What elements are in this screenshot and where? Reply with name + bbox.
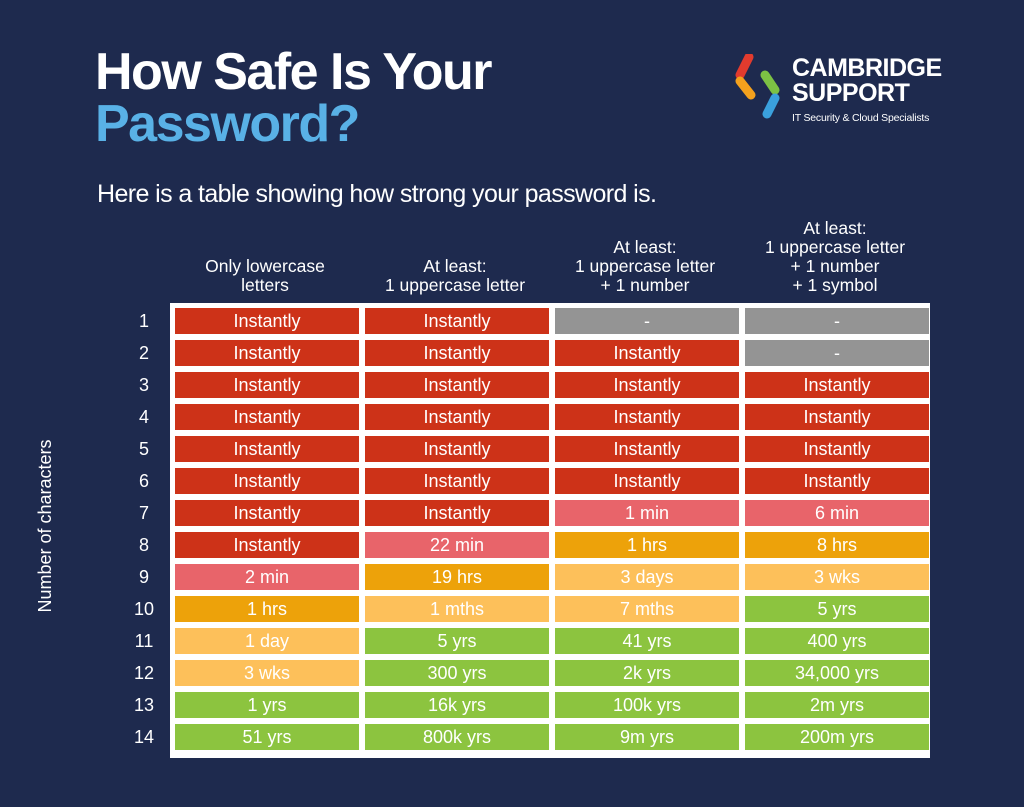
row-number: 9	[138, 567, 149, 587]
table-cell: Instantly	[745, 436, 929, 462]
company-logo: CAMBRIDGE SUPPORT IT Security & Cloud Sp…	[735, 52, 945, 132]
logo-line-2: SUPPORT	[792, 79, 910, 107]
row-number: 2	[138, 343, 149, 363]
table-cell: -	[745, 308, 929, 334]
table-cell: Instantly	[555, 404, 739, 430]
table-cell: 2m yrs	[745, 692, 929, 718]
logo-tagline: IT Security & Cloud Specialists	[792, 112, 930, 124]
table-cell: 1 hrs	[175, 596, 359, 622]
column-header-line: 1 uppercase letter	[384, 275, 526, 295]
row-number: 13	[133, 695, 155, 715]
table-cell: Instantly	[365, 468, 549, 494]
table-cell: 19 hrs	[365, 564, 549, 590]
table-cell: 22 min	[365, 532, 549, 558]
row-number: 14	[133, 727, 155, 747]
row-number: 1	[138, 311, 149, 331]
subtitle: Here is a table showing how strong your …	[97, 180, 657, 208]
row-axis-label: Number of characters	[35, 439, 55, 613]
table-cell: 800k yrs	[365, 724, 549, 750]
table-cell: -	[555, 308, 739, 334]
row-number: 11	[134, 631, 154, 651]
table-cell: Instantly	[175, 372, 359, 398]
table-cell: Instantly	[175, 468, 359, 494]
logo-line-1: CAMBRIDGE	[792, 54, 942, 82]
column-header-line: + 1 number	[600, 275, 690, 295]
table-cell: -	[745, 340, 929, 366]
table-cell: 1 mths	[365, 596, 549, 622]
table-cell: Instantly	[745, 372, 929, 398]
column-header-symbol: At least: 1 uppercase letter + 1 number …	[745, 215, 925, 295]
column-header-line: letters	[241, 275, 289, 295]
column-header-line: + 1 number	[790, 256, 880, 276]
password-strength-table: Instantly Instantly - - Instantly Instantly In…	[170, 303, 930, 758]
table-cell: Instantly	[555, 468, 739, 494]
table-cell: 16k yrs	[365, 692, 549, 718]
table-cell: Instantly	[175, 340, 359, 366]
table-cell: Instantly	[365, 340, 549, 366]
table-cell: 1 min	[555, 500, 739, 526]
logo-mark-icon	[735, 54, 780, 119]
table-cell: 3 wks	[175, 660, 359, 686]
row-number: 4	[138, 407, 149, 427]
table-cell: 7 mths	[555, 596, 739, 622]
row-number: 10	[133, 599, 155, 619]
column-header-line: At least:	[613, 237, 677, 257]
table-cell: Instantly	[175, 532, 359, 558]
table-cell: Instantly	[365, 308, 549, 334]
table-cell: 51 yrs	[175, 724, 359, 750]
table-cell: Instantly	[365, 436, 549, 462]
table-cell: Instantly	[175, 308, 359, 334]
column-header-line: 1 uppercase letter	[574, 256, 716, 276]
table-cell: 3 wks	[745, 564, 929, 590]
logo-wordmark: CAMBRIDGE SUPPORT	[792, 56, 942, 106]
title-line-2: Password?	[95, 95, 360, 153]
table-cell: 5 yrs	[365, 628, 549, 654]
table-cell: Instantly	[365, 372, 549, 398]
table-cell: 300 yrs	[365, 660, 549, 686]
column-header-number: At least: 1 uppercase letter + 1 number	[555, 215, 735, 295]
table-cell: Instantly	[175, 404, 359, 430]
table-cell: 6 min	[745, 500, 929, 526]
row-number: 5	[138, 439, 149, 459]
table-cell: 9m yrs	[555, 724, 739, 750]
table-cell: 8 hrs	[745, 532, 929, 558]
title-line-1: How Safe Is Your	[95, 43, 492, 101]
table-cell: 3 days	[555, 564, 739, 590]
table-cell: Instantly	[365, 404, 549, 430]
table-cell: Instantly	[555, 436, 739, 462]
table-cell: 100k yrs	[555, 692, 739, 718]
table-cell: 1 day	[175, 628, 359, 654]
column-header-line: Only lowercase	[205, 256, 325, 276]
table-cell: Instantly	[365, 500, 549, 526]
table-cell: Instantly	[745, 468, 929, 494]
column-header-line: 1 uppercase letter	[764, 237, 906, 257]
row-number: 6	[138, 471, 149, 491]
table-cell: Instantly	[175, 436, 359, 462]
column-header-line: At least:	[803, 218, 867, 238]
table-cell: 41 yrs	[555, 628, 739, 654]
table-cell: Instantly	[555, 372, 739, 398]
row-number: 7	[138, 503, 149, 523]
row-number: 8	[138, 535, 149, 555]
column-header-lowercase: Only lowercase letters	[175, 215, 355, 295]
column-header-line: + 1 symbol	[792, 275, 878, 295]
table-cell: 2k yrs	[555, 660, 739, 686]
row-number: 3	[138, 375, 149, 395]
table-cell: 1 hrs	[555, 532, 739, 558]
table-cell: 5 yrs	[745, 596, 929, 622]
page-title: How Safe Is Your Password?	[95, 43, 492, 153]
table-cell: Instantly	[555, 340, 739, 366]
column-header-line: At least:	[423, 256, 487, 276]
table-cell: Instantly	[745, 404, 929, 430]
table-cell: 1 yrs	[175, 692, 359, 718]
row-number: 12	[133, 663, 155, 683]
table-cell: 2 min	[175, 564, 359, 590]
table-cell: 200m yrs	[745, 724, 929, 750]
table-cell: 400 yrs	[745, 628, 929, 654]
column-header-uppercase: At least: 1 uppercase letter	[365, 215, 545, 295]
table-cell: Instantly	[175, 500, 359, 526]
table-cell: 34,000 yrs	[745, 660, 929, 686]
